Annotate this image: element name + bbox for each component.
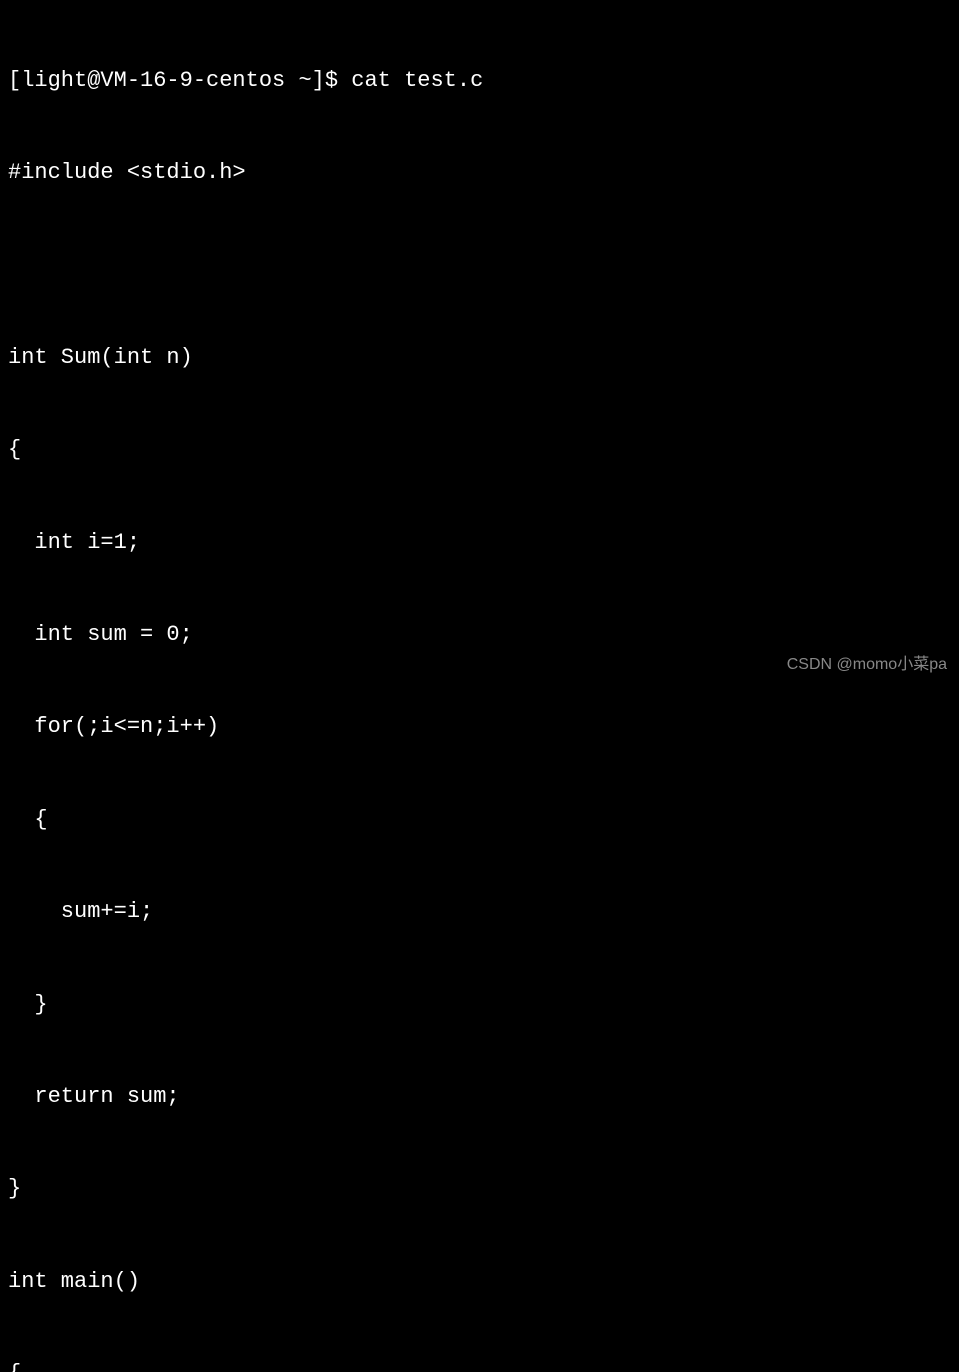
code-line: int Sum(int n) bbox=[8, 343, 951, 374]
code-line: { bbox=[8, 805, 951, 836]
code-line: { bbox=[8, 435, 951, 466]
code-line: int main() bbox=[8, 1267, 951, 1298]
code-line: int sum = 0; bbox=[8, 620, 951, 651]
code-line: int i=1; bbox=[8, 528, 951, 559]
code-line: #include <stdio.h> bbox=[8, 158, 951, 189]
code-line: for(;i<=n;i++) bbox=[8, 712, 951, 743]
code-line: } bbox=[8, 990, 951, 1021]
watermark-text: CSDN @momo小菜pa bbox=[787, 654, 947, 676]
prompt-line: [light@VM-16-9-centos ~]$ cat test.c bbox=[8, 66, 951, 97]
terminal-output[interactable]: [light@VM-16-9-centos ~]$ cat test.c #in… bbox=[8, 4, 951, 1372]
code-line: return sum; bbox=[8, 1082, 951, 1113]
code-line bbox=[8, 250, 951, 281]
code-line: } bbox=[8, 1174, 951, 1205]
code-line: { bbox=[8, 1359, 951, 1372]
code-line: sum+=i; bbox=[8, 897, 951, 928]
